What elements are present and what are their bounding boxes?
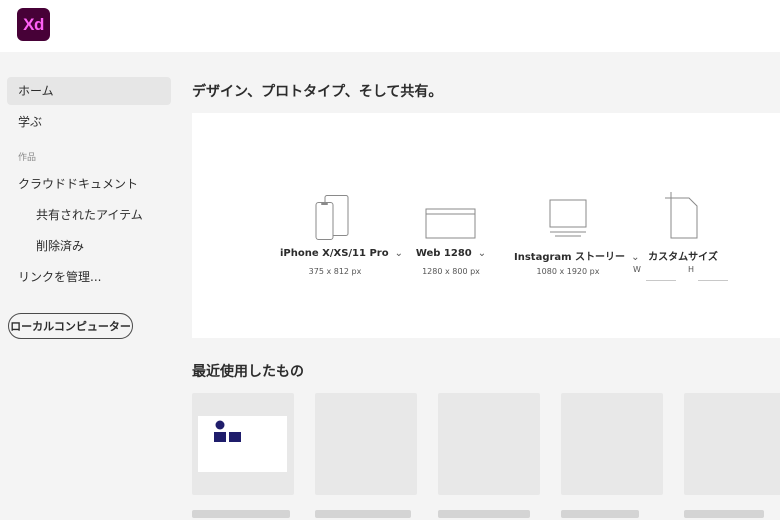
chevron-down-icon[interactable]: ⌄ xyxy=(395,248,403,259)
recent-file-thumbnail[interactable] xyxy=(561,393,663,495)
custom-size-inputs: W H xyxy=(632,265,752,285)
preview-content-icon xyxy=(214,420,241,442)
sidebar-item-deleted[interactable]: 削除済み xyxy=(7,232,171,260)
local-computer-button[interactable]: ローカルコンピューター xyxy=(8,313,133,339)
create-section-title: デザイン、プロトタイプ、そして共有。 xyxy=(192,84,443,100)
width-label: W xyxy=(633,265,641,274)
recent-file-thumbnail[interactable] xyxy=(684,393,780,495)
preset-name: iPhone X/XS/11 Pro xyxy=(280,248,389,259)
preset-panel: iPhone X/XS/11 Pro ⌄ 375 x 812 px Web 128… xyxy=(192,113,780,338)
recent-file-name xyxy=(315,510,411,518)
preset-size: 1080 x 1920 px xyxy=(536,267,600,276)
browser-icon xyxy=(425,208,476,239)
sidebar-item-learn[interactable]: 学ぶ xyxy=(7,108,171,136)
height-input[interactable] xyxy=(698,280,728,281)
preset-web[interactable]: Web 1280 ⌄ 1280 x 800 px xyxy=(412,113,490,338)
sidebar-section-label: 作品 xyxy=(18,153,37,163)
sidebar-item-shared[interactable]: 共有されたアイテム xyxy=(7,201,171,229)
preset-instagram[interactable]: Instagram ストーリー ⌄ 1080 x 1920 px xyxy=(514,113,639,338)
preset-custom[interactable]: カスタムサイズ W H xyxy=(632,113,734,338)
recent-file-name xyxy=(561,510,639,518)
recent-file-name xyxy=(192,510,290,518)
recent-file-name xyxy=(438,510,530,518)
preset-label: iPhone X/XS/11 Pro ⌄ xyxy=(280,248,403,259)
sidebar-item-home[interactable]: ホーム xyxy=(7,77,171,105)
height-label: H xyxy=(688,265,695,274)
preset-size: 375 x 812 px xyxy=(308,267,362,276)
chevron-down-icon[interactable]: ⌄ xyxy=(478,248,486,259)
preset-label: Web 1280 ⌄ xyxy=(412,248,490,259)
preset-name: Instagram ストーリー xyxy=(514,252,626,263)
monitor-icon xyxy=(549,199,587,237)
preset-size: 1280 x 800 px xyxy=(422,267,480,276)
preset-label: カスタムサイズ xyxy=(648,252,718,263)
xd-logo[interactable]: Xd xyxy=(17,8,50,41)
sidebar-item-cloud-documents[interactable]: クラウドドキュメント xyxy=(7,170,171,198)
sidebar: ホーム 学ぶ 作品 クラウドドキュメント 共有されたアイテム 削除済み リンクを… xyxy=(0,52,178,520)
document-preview xyxy=(198,416,287,472)
width-input[interactable] xyxy=(646,280,676,281)
recent-files-grid xyxy=(192,393,780,520)
sidebar-item-manage-links[interactable]: リンクを管理... xyxy=(7,263,171,291)
recent-file-thumbnail[interactable] xyxy=(438,393,540,495)
top-bar: Xd xyxy=(0,0,780,52)
recent-file-thumbnail[interactable] xyxy=(315,393,417,495)
recent-file-name xyxy=(684,510,764,518)
preset-label: Instagram ストーリー ⌄ xyxy=(514,248,639,263)
preset-iphone[interactable]: iPhone X/XS/11 Pro ⌄ 375 x 812 px xyxy=(280,113,403,338)
preset-name: Web 1280 xyxy=(415,248,472,259)
recent-file-thumbnail[interactable] xyxy=(192,393,294,495)
document-icon xyxy=(665,192,698,239)
phone-icon xyxy=(315,195,349,240)
recent-section-title: 最近使用したもの xyxy=(192,364,304,380)
